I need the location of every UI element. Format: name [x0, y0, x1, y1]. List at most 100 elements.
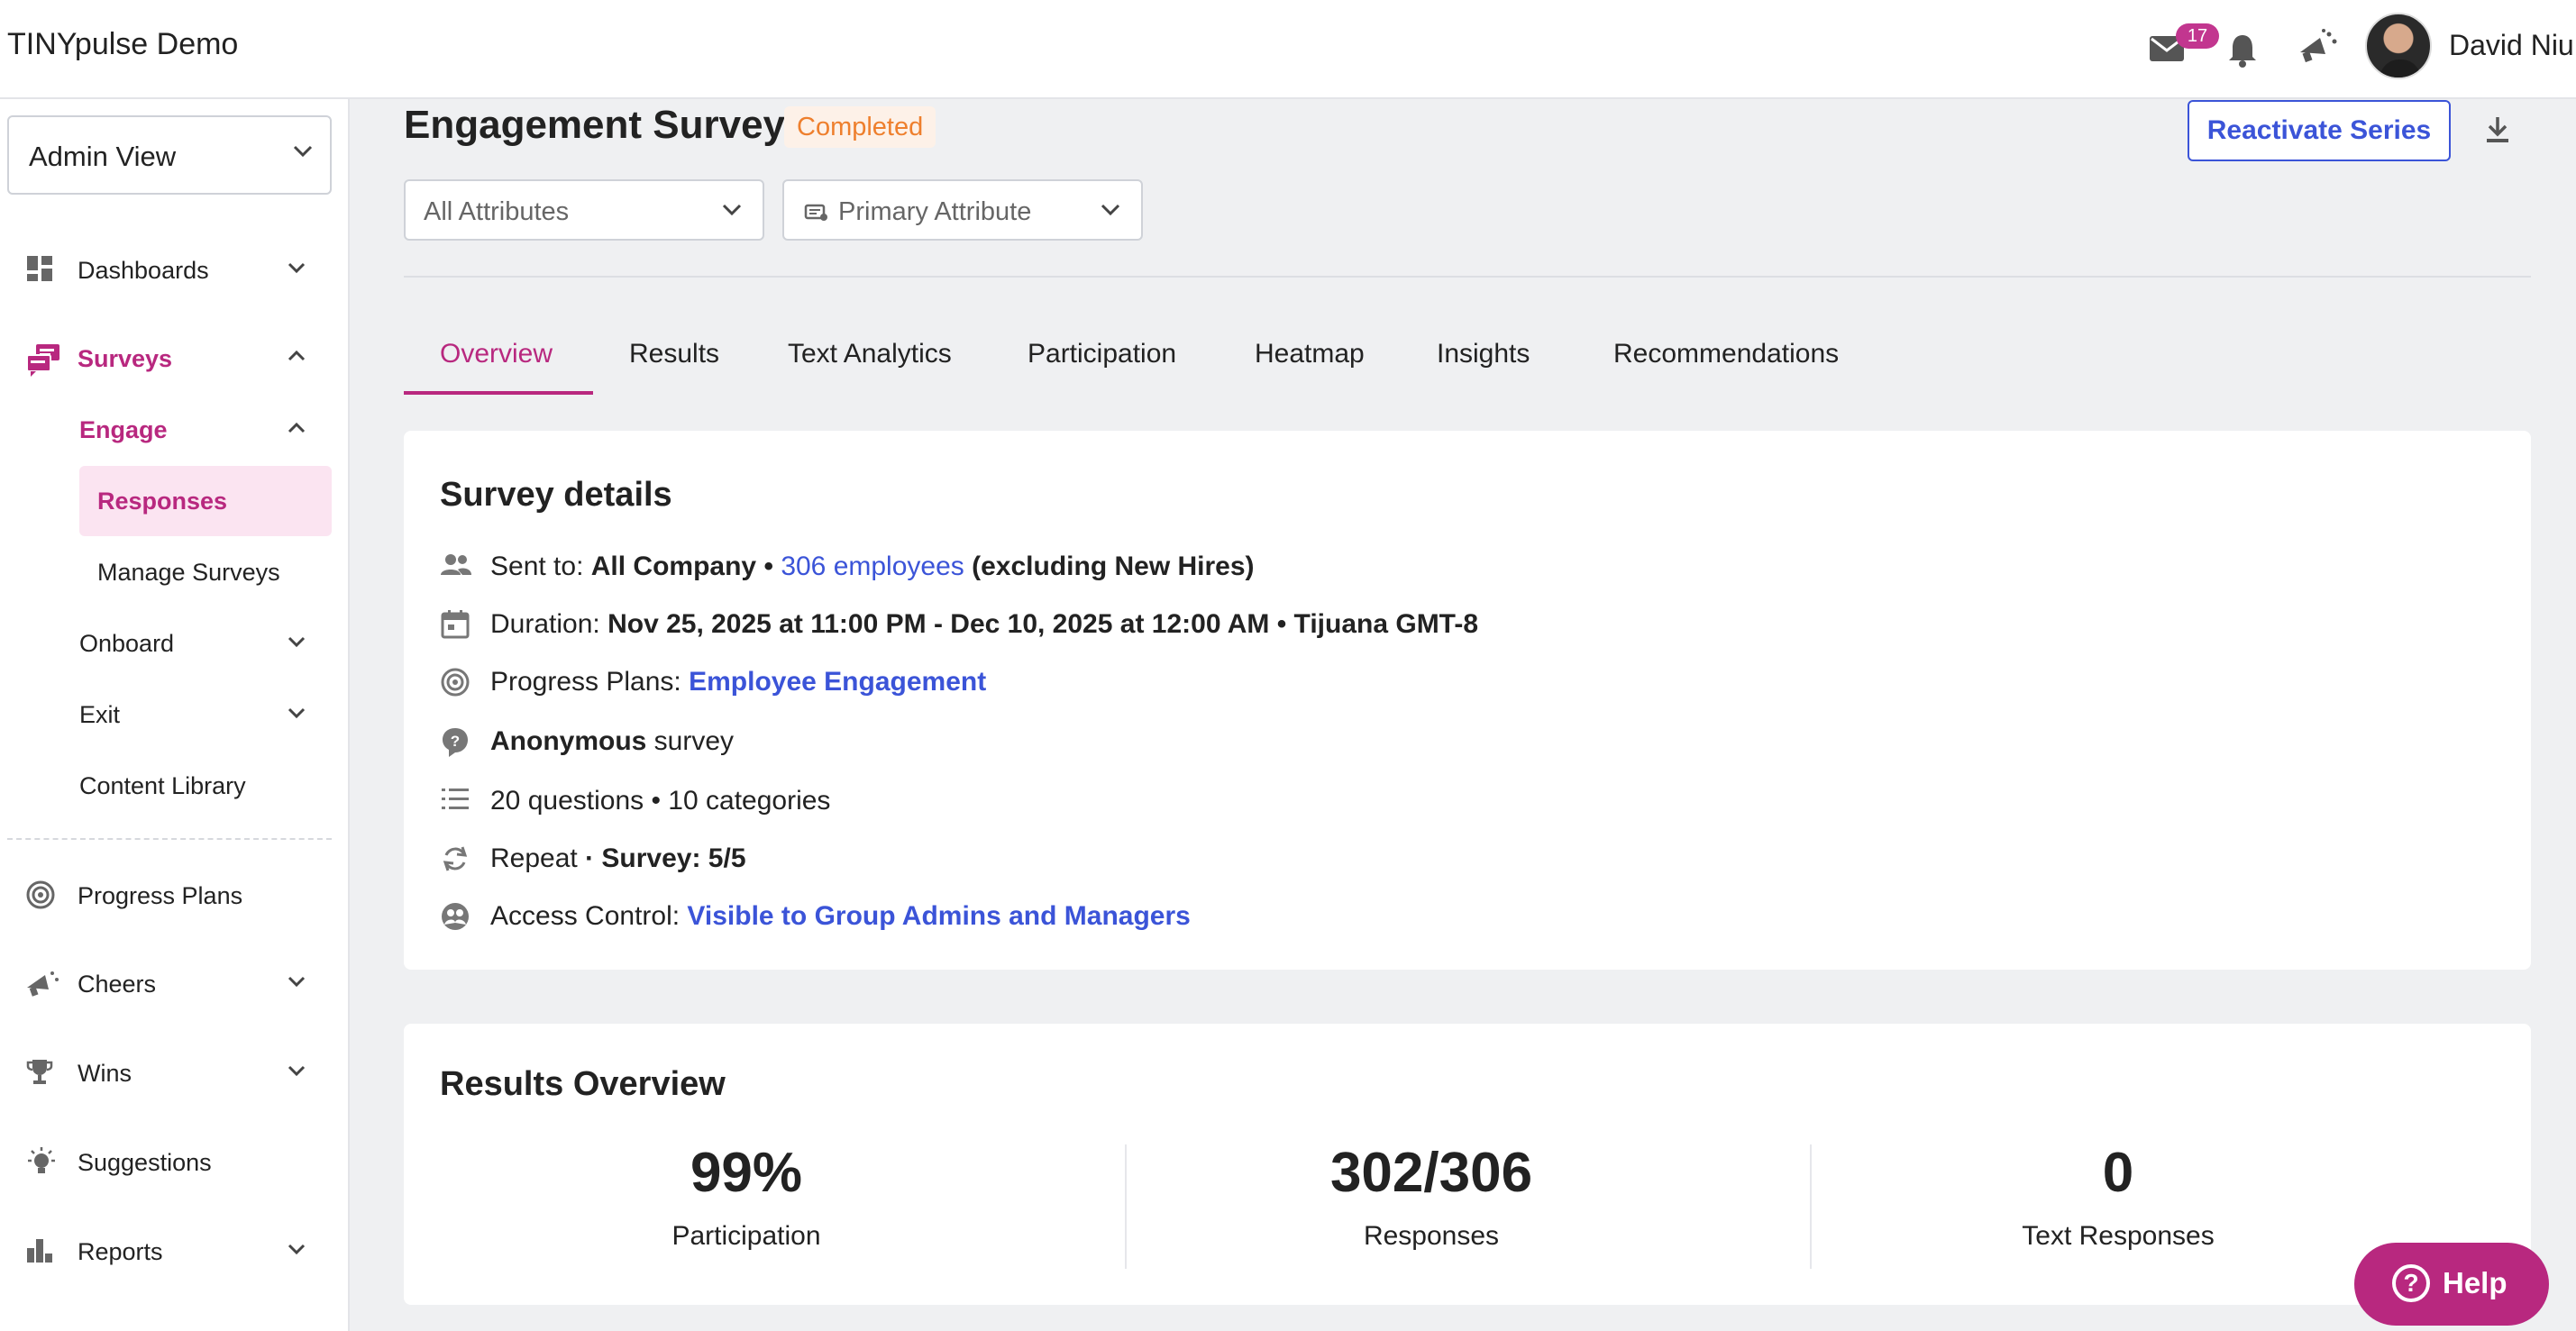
sidebar-item-label: Surveys — [78, 345, 173, 372]
anonymous-rest: survey — [646, 726, 735, 756]
employees-link[interactable]: 306 employees — [781, 552, 964, 581]
primary-attribute-value: Primary Attribute — [838, 197, 1032, 226]
sidebar-item-label: Cheers — [78, 971, 157, 998]
chevron-down-icon — [287, 635, 306, 648]
avatar[interactable] — [2365, 13, 2432, 79]
sidebar-subitem-content-library[interactable]: Content Library — [79, 751, 332, 821]
progress-plan-link[interactable]: Employee Engagement — [689, 667, 986, 697]
anonymous-bold: Anonymous — [490, 726, 647, 756]
page-title: Engagement Survey — [404, 103, 786, 147]
group-access-icon — [440, 901, 470, 932]
stat-label: Text Responses — [2022, 1221, 2215, 1251]
sidebar-subitem-onboard[interactable]: Onboard — [79, 608, 332, 679]
anonymous-icon: ? — [440, 726, 470, 759]
sidebar-subitem-label: Exit — [79, 701, 121, 728]
tab-results[interactable]: Results — [629, 339, 719, 369]
cheers-megaphone-icon[interactable] — [2297, 27, 2340, 67]
dashboard-icon — [25, 254, 54, 283]
sidebar-subitem-exit[interactable]: Exit — [79, 679, 332, 750]
bell-icon[interactable] — [2226, 32, 2259, 68]
sidebar-item-dashboards[interactable]: Dashboards — [0, 242, 350, 296]
help-button[interactable]: ? Help — [2354, 1243, 2549, 1326]
tab-overview[interactable]: Overview — [440, 339, 553, 369]
attribute-tag-icon — [804, 203, 829, 223]
primary-attribute-filter[interactable]: Primary Attribute — [782, 179, 1143, 241]
mail-count-badge: 17 — [2176, 23, 2219, 49]
chevron-down-icon — [287, 707, 306, 719]
chevron-up-icon — [287, 422, 306, 434]
results-overview-card: Results Overview 99% Participation 302/3… — [404, 1024, 2531, 1305]
detail-sent-to: Sent to: All Company • 306 employees (ex… — [440, 546, 2423, 586]
target-icon — [440, 667, 470, 697]
svg-text:?: ? — [451, 733, 460, 750]
view-select-value: Admin View — [29, 141, 177, 172]
sidebar-subitem-manage-surveys[interactable]: Manage Surveys — [79, 537, 332, 607]
chevron-down-icon — [721, 203, 743, 217]
sidebar-subitem-label: Content Library — [79, 772, 246, 799]
sidebar-subitem-label: Manage Surveys — [97, 559, 280, 586]
lightbulb-icon — [25, 1146, 58, 1179]
sidebar-item-cheers[interactable]: Cheers — [0, 955, 350, 1009]
chevron-down-icon — [287, 1064, 306, 1077]
sidebar: Admin View Dashboards Surveys Engage Res… — [0, 99, 350, 1331]
sent-to-group: All Company — [590, 552, 757, 581]
view-select[interactable]: Admin View — [7, 115, 332, 195]
people-icon — [440, 552, 472, 579]
sidebar-item-label: Reports — [78, 1238, 163, 1265]
sidebar-subitem-label: Responses — [97, 488, 228, 515]
results-overview-title: Results Overview — [440, 1065, 726, 1103]
progress-plans-label: Progress Plans: — [490, 667, 681, 697]
repeat-count: · Survey: 5/5 — [577, 843, 746, 873]
sidebar-item-progress-plans[interactable]: Progress Plans — [0, 867, 350, 921]
questions-text: 20 questions • 10 categories — [490, 786, 831, 816]
sidebar-item-wins[interactable]: Wins — [0, 1044, 350, 1099]
detail-duration: Duration: Nov 25, 2025 at 11:00 PM - Dec… — [440, 604, 2423, 643]
top-bar: TINYpulse Demo 17 David Niu — [0, 0, 2576, 99]
detail-anonymous: ? Anonymous survey — [440, 721, 2423, 761]
stat-label: Participation — [671, 1221, 821, 1251]
sidebar-item-suggestions[interactable]: Suggestions — [0, 1134, 350, 1188]
access-control-link[interactable]: Visible to Group Admins and Managers — [687, 901, 1190, 931]
survey-details-card: Survey details Sent to: All Company • 30… — [404, 431, 2531, 970]
duration-value: Nov 25, 2025 at 11:00 PM - Dec 10, 2025 … — [607, 609, 1479, 639]
sidebar-subitem-label: Engage — [79, 416, 168, 443]
tab-participation[interactable]: Participation — [1028, 339, 1176, 369]
tab-heatmap[interactable]: Heatmap — [1255, 339, 1365, 369]
stat-text-responses: 0 Text Responses — [1776, 1141, 2461, 1252]
sidebar-subitem-engage[interactable]: Engage — [79, 395, 332, 465]
reactivate-series-button[interactable]: Reactivate Series — [2188, 100, 2451, 161]
chevron-up-icon — [287, 350, 306, 362]
detail-questions: 20 questions • 10 categories — [440, 780, 2423, 820]
sidebar-item-label: Dashboards — [78, 257, 209, 284]
chevron-down-icon — [287, 975, 306, 988]
tab-text-analytics[interactable]: Text Analytics — [788, 339, 952, 369]
active-tab-indicator — [404, 391, 593, 395]
stat-value: 99% — [690, 1142, 803, 1204]
stat-participation: 99% Participation — [404, 1141, 1089, 1252]
detail-access-control: Access Control: Visible to Group Admins … — [440, 896, 2423, 935]
trophy-icon — [25, 1057, 54, 1086]
chevron-down-icon — [287, 1243, 306, 1255]
tab-recommendations[interactable]: Recommendations — [1613, 339, 1839, 369]
attributes-filter-value: All Attributes — [424, 197, 570, 226]
sidebar-subitem-responses[interactable]: Responses — [79, 466, 332, 536]
help-question-icon: ? — [2392, 1264, 2430, 1302]
survey-details-title: Survey details — [440, 476, 672, 514]
download-icon[interactable] — [2484, 115, 2511, 144]
sidebar-divider — [7, 838, 332, 840]
sidebar-item-surveys[interactable]: Surveys — [0, 330, 350, 384]
calendar-icon — [440, 609, 470, 640]
separator: • — [763, 552, 773, 581]
help-label: Help — [2443, 1266, 2507, 1299]
user-name[interactable]: David Niu — [2449, 29, 2574, 62]
detail-repeat: Repeat · Survey: 5/5 — [440, 838, 2423, 878]
bar-chart-icon — [25, 1235, 54, 1264]
megaphone-icon — [25, 968, 59, 998]
excluding-text: (excluding New Hires) — [972, 552, 1255, 581]
tab-insights[interactable]: Insights — [1437, 339, 1530, 369]
attributes-filter[interactable]: All Attributes — [404, 179, 764, 241]
status-badge: Completed — [784, 106, 936, 148]
duration-label: Duration: — [490, 609, 600, 639]
repeat-label: Repeat — [490, 843, 578, 873]
sidebar-item-reports[interactable]: Reports — [0, 1223, 350, 1277]
